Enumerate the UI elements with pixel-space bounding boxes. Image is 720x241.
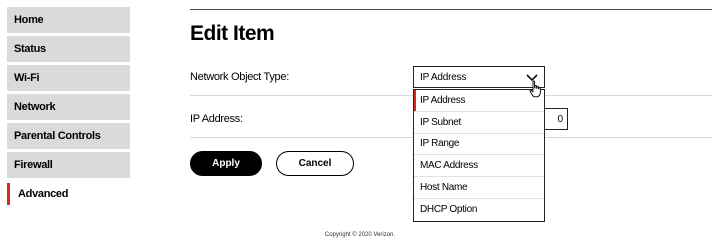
sidebar-item-label: Parental Controls [14, 130, 101, 142]
ip-address-partial-text: 0 [557, 114, 563, 125]
option-label: Host Name [420, 182, 468, 194]
network-object-type-label: Network Object Type: [190, 71, 289, 83]
option-label: IP Address [420, 94, 466, 106]
sidebar-item-wifi[interactable]: Wi-Fi [7, 65, 130, 91]
dropdown-option-host-name[interactable]: Host Name [414, 177, 544, 199]
option-label: IP Range [420, 138, 460, 150]
sidebar-item-label: Advanced [18, 188, 69, 200]
sidebar-item-parental-controls[interactable]: Parental Controls [7, 123, 130, 149]
page-title: Edit Item [190, 22, 275, 45]
hand-pointer-cursor-icon [529, 80, 541, 98]
sidebar-item-home[interactable]: Home [7, 7, 130, 33]
sidebar-item-network[interactable]: Network [7, 94, 130, 120]
apply-button[interactable]: Apply [190, 151, 262, 176]
sidebar-item-advanced[interactable]: Advanced [7, 181, 130, 207]
dropdown-option-ip-range[interactable]: IP Range [414, 134, 544, 156]
dropdown-option-mac-address[interactable]: MAC Address [414, 155, 544, 178]
sidebar-nav: Home Status Wi-Fi Network Parental Contr… [7, 7, 130, 210]
option-label: MAC Address [420, 160, 478, 172]
sidebar-item-status[interactable]: Status [7, 36, 130, 62]
sidebar-item-label: Wi-Fi [14, 72, 40, 84]
option-label: DHCP Option [420, 204, 478, 216]
sidebar-item-label: Home [14, 14, 44, 26]
ip-address-label: IP Address: [190, 113, 243, 125]
sidebar-item-firewall[interactable]: Firewall [7, 152, 130, 178]
sidebar-item-label: Network [14, 101, 56, 113]
sidebar-item-label: Firewall [14, 159, 53, 171]
select-value: IP Address [420, 71, 467, 83]
option-label: IP Subnet [420, 116, 462, 128]
dropdown-option-ip-subnet[interactable]: IP Subnet [414, 112, 544, 134]
header-divider [190, 9, 712, 10]
network-object-type-select[interactable]: IP Address [413, 66, 545, 88]
network-object-type-dropdown: IP Address IP Subnet IP Range MAC Addres… [413, 89, 545, 222]
footer-copyright: Copyright © 2020 Verizon. [324, 232, 396, 238]
dropdown-option-dhcp-option[interactable]: DHCP Option [414, 199, 544, 221]
sidebar-item-label: Status [14, 43, 46, 55]
dropdown-option-ip-address[interactable]: IP Address [414, 90, 544, 112]
cancel-button[interactable]: Cancel [276, 151, 354, 176]
